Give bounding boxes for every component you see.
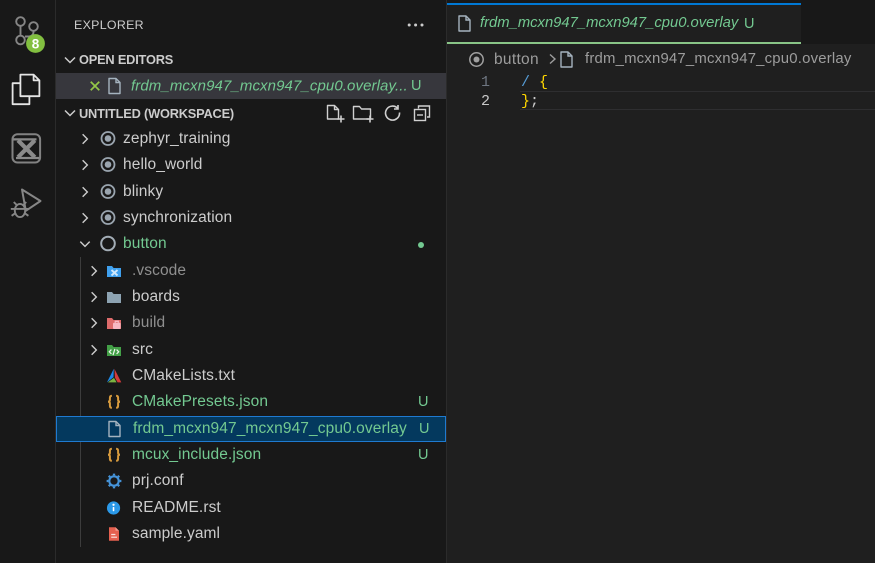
svg-text:8: 8	[32, 36, 40, 51]
